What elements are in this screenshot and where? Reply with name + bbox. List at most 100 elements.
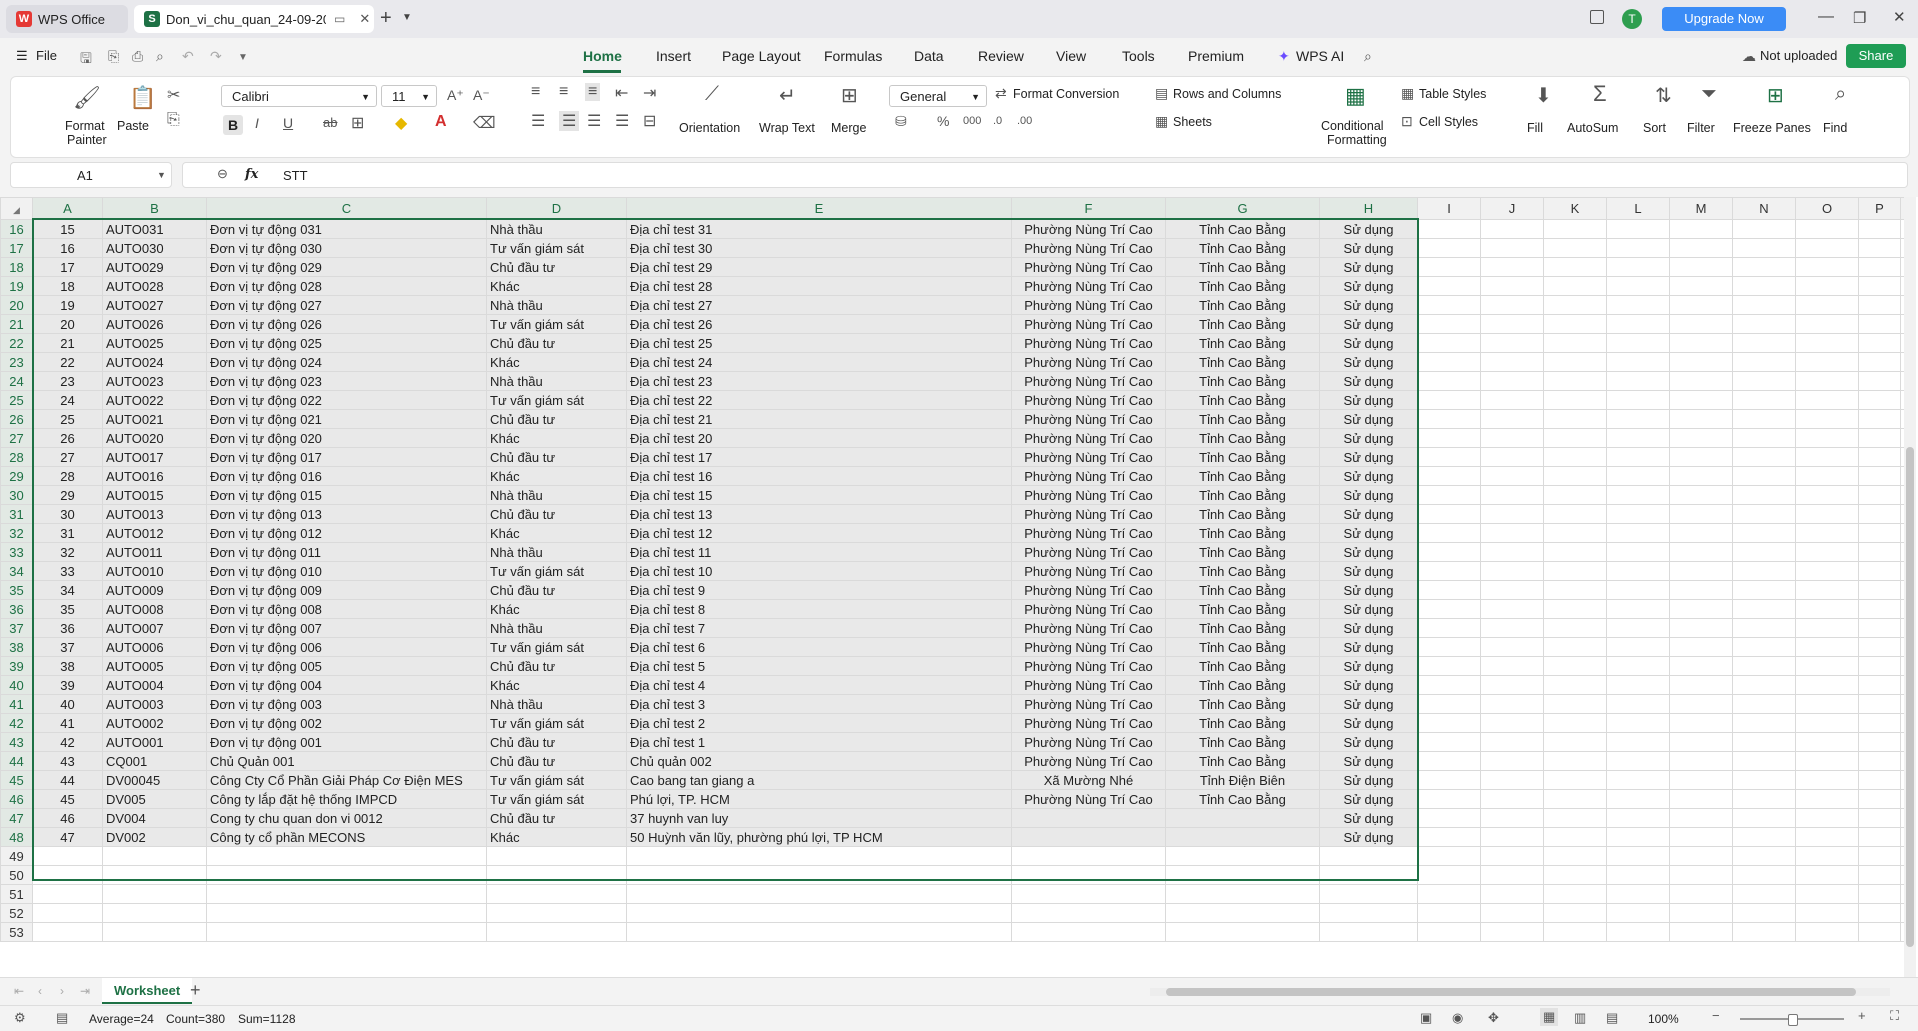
- empty-cell[interactable]: [1480, 884, 1544, 904]
- conditional-formatting-label-1[interactable]: Conditional: [1321, 119, 1384, 133]
- sheets-icon[interactable]: ▦: [1155, 113, 1168, 130]
- empty-cell[interactable]: [1543, 238, 1607, 258]
- orientation-icon[interactable]: ⟋: [705, 83, 719, 106]
- empty-cell[interactable]: [1795, 580, 1859, 600]
- empty-cell[interactable]: [1669, 561, 1733, 581]
- cell-f[interactable]: Phường Nùng Trí Cao: [1011, 732, 1166, 752]
- empty-cell[interactable]: [1543, 219, 1607, 239]
- cell-c[interactable]: Đơn vị tự động 016: [206, 466, 487, 486]
- empty-cell[interactable]: [1480, 599, 1544, 619]
- empty-cell[interactable]: [1732, 808, 1796, 828]
- empty-cell[interactable]: [1858, 504, 1901, 524]
- empty-cell[interactable]: [1858, 694, 1901, 714]
- column-header-p[interactable]: P: [1858, 197, 1901, 220]
- cell-b[interactable]: AUTO006: [102, 637, 207, 657]
- empty-cell[interactable]: [1606, 295, 1670, 315]
- empty-cell[interactable]: [102, 903, 207, 923]
- cell-b[interactable]: DV004: [102, 808, 207, 828]
- empty-cell[interactable]: [1669, 808, 1733, 828]
- cell-a[interactable]: 36: [32, 618, 103, 638]
- cell-a[interactable]: 38: [32, 656, 103, 676]
- cell-c[interactable]: Cong ty chu quan don vi 0012: [206, 808, 487, 828]
- empty-cell[interactable]: [1543, 656, 1607, 676]
- empty-cell[interactable]: [1606, 371, 1670, 391]
- empty-cell[interactable]: [1480, 238, 1544, 258]
- cell-f[interactable]: Phường Nùng Trí Cao: [1011, 295, 1166, 315]
- cell-h[interactable]: Sử dụng: [1319, 371, 1418, 391]
- row-header[interactable]: 27: [0, 428, 33, 448]
- copy-icon[interactable]: ⎘: [167, 111, 180, 129]
- cell-a[interactable]: 43: [32, 751, 103, 771]
- cell-e[interactable]: Địa chỉ test 31: [626, 219, 1012, 239]
- cell-e[interactable]: Địa chỉ test 15: [626, 485, 1012, 505]
- tab-page-layout[interactable]: Page Layout: [722, 48, 801, 64]
- minimize-icon[interactable]: —: [1818, 8, 1834, 26]
- select-all-corner[interactable]: ◢: [0, 197, 33, 220]
- empty-cell[interactable]: [1543, 827, 1607, 847]
- empty-cell[interactable]: [1543, 447, 1607, 467]
- cell-e[interactable]: Địa chỉ test 28: [626, 276, 1012, 296]
- empty-cell[interactable]: [1732, 770, 1796, 790]
- row-header[interactable]: 51: [0, 884, 33, 904]
- column-header-b[interactable]: B: [102, 197, 207, 220]
- empty-cell[interactable]: [1480, 295, 1544, 315]
- cell-b[interactable]: AUTO016: [102, 466, 207, 486]
- empty-cell[interactable]: [1543, 523, 1607, 543]
- cell-a[interactable]: 21: [32, 333, 103, 353]
- empty-cell[interactable]: [1795, 751, 1859, 771]
- empty-cell[interactable]: [1732, 637, 1796, 657]
- empty-cell[interactable]: [1606, 238, 1670, 258]
- row-header[interactable]: 23: [0, 352, 33, 372]
- cell-f[interactable]: Phường Nùng Trí Cao: [1011, 618, 1166, 638]
- empty-cell[interactable]: [1669, 333, 1733, 353]
- zoom-formula-icon[interactable]: ⊖: [217, 166, 228, 182]
- export-icon[interactable]: ⎘: [108, 48, 119, 65]
- formula-input[interactable]: ⊖ fx STT: [182, 162, 1908, 188]
- empty-cell[interactable]: [1606, 903, 1670, 923]
- empty-cell[interactable]: [1606, 599, 1670, 619]
- paste-icon[interactable]: 📋: [129, 85, 156, 111]
- empty-cell[interactable]: [1858, 884, 1901, 904]
- cell-g[interactable]: Tỉnh Cao Bằng: [1165, 675, 1320, 695]
- currency-icon[interactable]: ⛁: [895, 113, 907, 130]
- cell-d[interactable]: Nhà thầu: [486, 295, 627, 315]
- row-header[interactable]: 35: [0, 580, 33, 600]
- empty-cell[interactable]: [1795, 599, 1859, 619]
- cell-a[interactable]: 28: [32, 466, 103, 486]
- empty-cell[interactable]: [1480, 827, 1544, 847]
- cell-b[interactable]: AUTO015: [102, 485, 207, 505]
- cell-g[interactable]: Tỉnh Cao Bằng: [1165, 561, 1320, 581]
- cell-a[interactable]: 20: [32, 314, 103, 334]
- row-header[interactable]: 34: [0, 561, 33, 581]
- empty-cell[interactable]: [1480, 352, 1544, 372]
- orientation-button[interactable]: Orientation: [679, 121, 740, 135]
- empty-cell[interactable]: [1606, 504, 1670, 524]
- empty-cell[interactable]: [1543, 865, 1607, 885]
- cell-b[interactable]: AUTO021: [102, 409, 207, 429]
- empty-cell[interactable]: [1858, 561, 1901, 581]
- column-header-h[interactable]: H: [1319, 197, 1418, 220]
- search-icon[interactable]: ⌕: [1364, 48, 1372, 65]
- empty-cell[interactable]: [102, 922, 207, 942]
- cell-c[interactable]: Đơn vị tự động 005: [206, 656, 487, 676]
- empty-cell[interactable]: [1543, 466, 1607, 486]
- empty-cell[interactable]: [1732, 504, 1796, 524]
- row-header[interactable]: 21: [0, 314, 33, 334]
- cell-g[interactable]: Tỉnh Cao Bằng: [1165, 599, 1320, 619]
- cell-table[interactable]: ◢ A B C D E F G H I J K L M N O P 16 15 AUTO031 Đơn vị tự độ…: [0, 197, 1908, 942]
- empty-cell[interactable]: [1732, 846, 1796, 866]
- empty-cell[interactable]: [1543, 751, 1607, 771]
- column-header-a[interactable]: A: [32, 197, 103, 220]
- row-header[interactable]: 29: [0, 466, 33, 486]
- cell-a[interactable]: 37: [32, 637, 103, 657]
- cut-icon[interactable]: ✂: [167, 85, 180, 105]
- cell-d[interactable]: Nhà thầu: [486, 618, 627, 638]
- empty-cell[interactable]: [1732, 561, 1796, 581]
- italic-icon[interactable]: I: [255, 115, 259, 131]
- empty-cell[interactable]: [1606, 789, 1670, 809]
- empty-cell[interactable]: [1669, 732, 1733, 752]
- prev-sheet-icon[interactable]: ‹: [38, 984, 42, 998]
- cell-a[interactable]: 42: [32, 732, 103, 752]
- cell-f[interactable]: Phường Nùng Trí Cao: [1011, 390, 1166, 410]
- empty-cell[interactable]: [1669, 314, 1733, 334]
